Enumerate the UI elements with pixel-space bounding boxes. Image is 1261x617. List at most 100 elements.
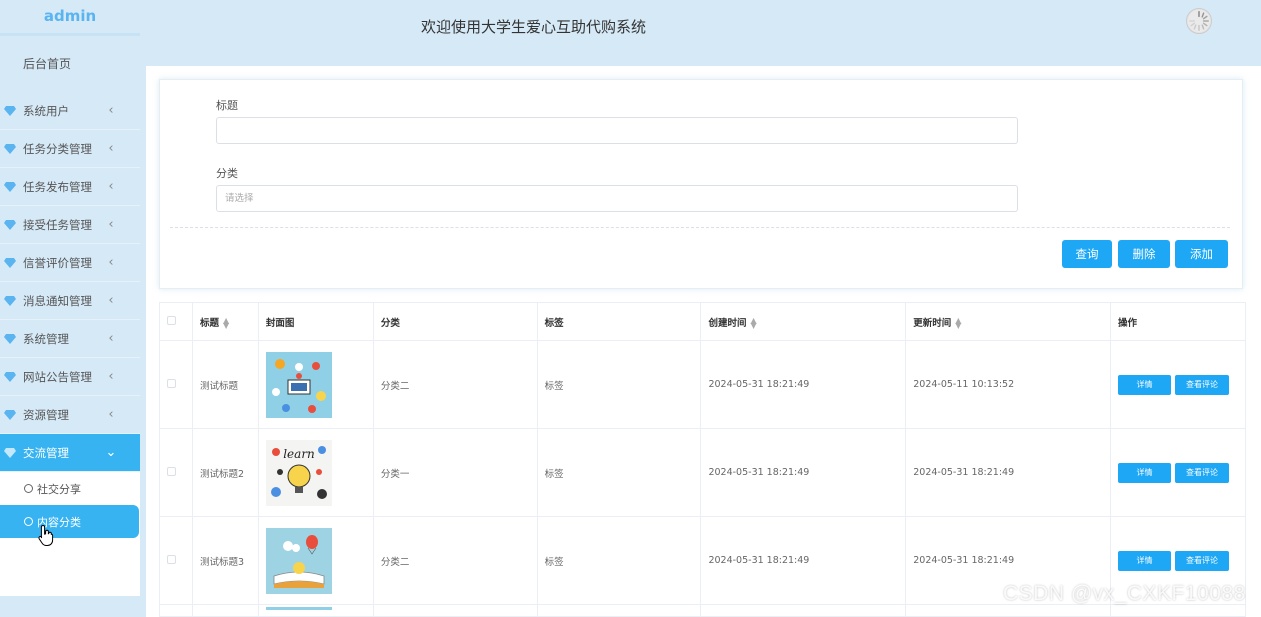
column-header-updated[interactable]: 更新时间 ▲ ▼ — [905, 302, 1112, 341]
view-comments-button[interactable]: 查看评论 — [1175, 374, 1230, 395]
row-checkbox[interactable] — [167, 466, 176, 476]
cell-created: 2024-05-31 18:21:49 — [700, 340, 907, 429]
sidebar-item-system[interactable]: 系统管理 ‹ — [0, 320, 140, 358]
sidebar-item-notifications[interactable]: 消息通知管理 ‹ — [0, 282, 140, 320]
gem-icon — [4, 409, 16, 420]
cell-updated: 2024-05-11 10:13:52 — [905, 340, 1112, 429]
sidebar-subitem-social-share[interactable]: 社交分享 — [0, 472, 140, 505]
gem-icon — [4, 447, 16, 458]
gem-icon — [4, 371, 16, 382]
svg-text:learn: learn — [283, 447, 315, 461]
view-comments-button[interactable]: 查看评论 — [1175, 550, 1230, 571]
sort-icon[interactable]: ▲ ▼ — [955, 317, 961, 330]
cell-actions: 详情 查看评论 — [1110, 428, 1246, 517]
cell-actions: 详情 查看评论 — [1110, 340, 1246, 429]
view-comments-button[interactable]: 查看评论 — [1175, 462, 1230, 483]
column-header-tag: 标签 — [536, 302, 702, 341]
sort-icon[interactable]: ▲ ▼ — [223, 317, 229, 330]
cell-title: 测试标题3 — [191, 516, 259, 605]
submenu: 社交分享 内容分类 — [0, 472, 140, 596]
main-panel: 标题 分类 请选择 查询 删除 添加 标题 ▲ ▼ 封面图 分类 标签 创建时间 ▲ ▼… — [146, 66, 1261, 617]
table-header-row: 标题 ▲ ▼ 封面图 分类 标签 创建时间 ▲ ▼ 更新时间 ▲ ▼ 操作 — [159, 302, 1246, 341]
hand-pointer-icon — [38, 524, 54, 546]
brand-logo: admin — [0, 0, 140, 36]
watermark: CSDN @vx_CXKF10088 — [1003, 582, 1246, 605]
page-title: 欢迎使用大学生爱心互助代购系统 — [421, 18, 647, 36]
sidebar-item-home[interactable]: 后台首页 — [0, 36, 140, 92]
cell-created: 2024-05-31 18:21:49 — [700, 516, 907, 605]
sidebar-item-label: 信誉评价管理 — [23, 255, 92, 270]
sidebar: admin 后台首页 系统用户 ‹ 任务分类管理 ‹ 任务发布管理 ‹ 接受任务… — [0, 0, 140, 617]
table-row: 测试标题2 learn 分类一 标签 2024-05-31 18:21:49 2… — [159, 428, 1246, 517]
table-row — [159, 604, 1246, 617]
sort-icon[interactable]: ▲ ▼ — [750, 317, 756, 330]
header-select-all[interactable] — [159, 302, 193, 341]
sidebar-item-resources[interactable]: 资源管理 ‹ — [0, 396, 140, 434]
sidebar-item-task-category[interactable]: 任务分类管理 ‹ — [0, 130, 140, 168]
cell-cover: learn — [257, 428, 374, 517]
category-label: 分类 — [216, 167, 238, 180]
circle-check-icon — [24, 484, 33, 493]
gem-icon — [4, 143, 16, 154]
chevron-left-icon: ‹ — [108, 141, 114, 156]
title-label: 标题 — [216, 99, 238, 112]
cover-image — [265, 606, 332, 610]
delete-button[interactable]: 删除 — [1118, 240, 1170, 268]
sidebar-subitem-content-category[interactable]: 内容分类 — [0, 505, 139, 538]
column-header-cover: 封面图 — [257, 302, 374, 341]
circle-check-icon — [24, 517, 33, 526]
row-checkbox[interactable] — [167, 378, 176, 388]
data-table: 标题 ▲ ▼ 封面图 分类 标签 创建时间 ▲ ▼ 更新时间 ▲ ▼ 操作 测试标题 — [159, 302, 1246, 617]
chevron-left-icon: ‹ — [108, 255, 114, 270]
gem-icon — [4, 105, 16, 116]
sidebar-item-label: 任务发布管理 — [23, 179, 92, 194]
gem-icon — [4, 257, 16, 268]
chevron-left-icon: ‹ — [108, 407, 114, 422]
gem-icon — [4, 219, 16, 230]
sidebar-item-label: 资源管理 — [23, 407, 69, 422]
gem-icon — [4, 181, 16, 192]
cell-category: 分类一 — [372, 428, 538, 517]
sidebar-item-users[interactable]: 系统用户 ‹ — [0, 92, 140, 130]
column-header-label: 更新时间 — [913, 317, 952, 329]
table-row: 测试标题 分类二 标签 2024-05-31 18:21:49 2024-05-… — [159, 340, 1246, 429]
add-button[interactable]: 添加 — [1175, 240, 1228, 268]
chevron-left-icon: ‹ — [108, 293, 114, 308]
sidebar-item-credit[interactable]: 信誉评价管理 ‹ — [0, 244, 140, 282]
cover-image — [265, 527, 332, 594]
sidebar-item-communication[interactable]: 交流管理 ⌄ — [0, 434, 140, 472]
cell-tag: 标签 — [536, 516, 702, 605]
sidebar-item-label: 网站公告管理 — [23, 369, 92, 384]
sidebar-item-label: 系统用户 — [23, 103, 69, 118]
sidebar-item-label: 交流管理 — [23, 445, 69, 460]
chevron-left-icon: ‹ — [108, 217, 114, 232]
cell-cover — [257, 604, 374, 617]
detail-button[interactable]: 详情 — [1118, 462, 1172, 483]
sidebar-item-task-publish[interactable]: 任务发布管理 ‹ — [0, 168, 140, 206]
column-header-category: 分类 — [372, 302, 538, 341]
detail-button[interactable]: 详情 — [1118, 550, 1172, 571]
divider — [170, 227, 1230, 228]
chevron-left-icon: ‹ — [108, 179, 114, 194]
cell-title: 测试标题2 — [191, 428, 259, 517]
chevron-left-icon: ‹ — [108, 331, 114, 346]
sidebar-item-announcements[interactable]: 网站公告管理 ‹ — [0, 358, 140, 396]
sidebar-item-task-accept[interactable]: 接受任务管理 ‹ — [0, 206, 140, 244]
cell-cover — [257, 340, 374, 429]
column-header-title[interactable]: 标题 ▲ ▼ — [191, 302, 259, 341]
chevron-left-icon: ‹ — [108, 103, 114, 118]
avatar[interactable] — [1186, 8, 1212, 34]
column-header-actions: 操作 — [1110, 302, 1246, 341]
column-header-label: 创建时间 — [708, 317, 747, 329]
chevron-left-icon: ‹ — [108, 369, 114, 384]
query-button[interactable]: 查询 — [1062, 240, 1112, 268]
cell-title: 测试标题 — [191, 340, 259, 429]
search-form: 标题 分类 请选择 查询 删除 添加 — [159, 79, 1243, 289]
select-all-checkbox[interactable] — [167, 315, 176, 325]
column-header-created[interactable]: 创建时间 ▲ ▼ — [700, 302, 907, 341]
detail-button[interactable]: 详情 — [1118, 374, 1172, 395]
category-select[interactable]: 请选择 — [216, 185, 1018, 212]
column-header-label: 标题 — [199, 317, 219, 329]
title-input[interactable] — [216, 117, 1018, 144]
row-checkbox[interactable] — [167, 554, 176, 564]
